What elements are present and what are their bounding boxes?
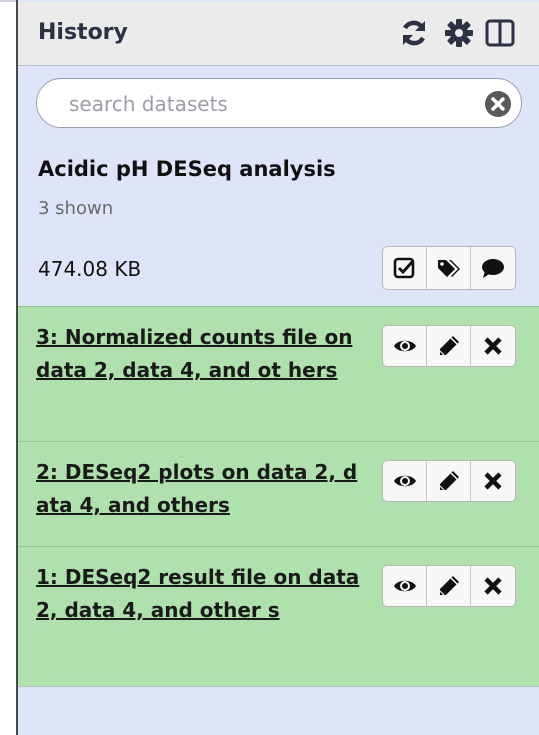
tags-icon (437, 260, 460, 277)
eye-icon (393, 475, 416, 487)
dataset-actions (382, 325, 516, 367)
tags-button[interactable] (427, 247, 471, 289)
dataset-actions (382, 460, 516, 502)
history-empty-space (18, 686, 539, 735)
dataset-item: 1: DESeq2 result file on data 2, data 4,… (18, 546, 539, 686)
close-icon (484, 577, 502, 595)
refresh-icon[interactable] (398, 16, 430, 50)
columns-icon[interactable] (484, 16, 516, 50)
view-button[interactable] (383, 326, 427, 366)
comment-icon (482, 259, 504, 278)
delete-button[interactable] (471, 566, 515, 606)
history-actions (382, 246, 516, 290)
dataset-title[interactable]: 1: DESeq2 result file on data 2, data 4,… (36, 561, 366, 627)
clear-search-icon[interactable] (485, 91, 511, 117)
close-icon (484, 337, 502, 355)
search-box (36, 78, 522, 128)
dataset-title[interactable]: 3: Normalized counts file on data 2, dat… (36, 321, 366, 387)
dataset-item: 3: Normalized counts file on data 2, dat… (18, 306, 539, 441)
panel-header: History (18, 2, 539, 66)
delete-button[interactable] (471, 461, 515, 501)
pencil-icon (439, 576, 459, 596)
dataset-title[interactable]: 2: DESeq2 plots on data 2, data 4, and o… (36, 456, 366, 522)
edit-button[interactable] (427, 326, 471, 366)
delete-button[interactable] (471, 326, 515, 366)
gear-icon[interactable] (443, 16, 475, 50)
checkbox-select-icon (393, 257, 414, 279)
eye-icon (393, 580, 416, 592)
search-input[interactable] (67, 87, 471, 121)
dataset-item: 2: DESeq2 plots on data 2, data 4, and o… (18, 441, 539, 546)
history-name[interactable]: Acidic pH DESeq analysis (38, 157, 336, 181)
edit-button[interactable] (427, 461, 471, 501)
panel-title: History (38, 20, 128, 45)
history-size: 474.08 KB (38, 257, 142, 281)
shown-count: 3 shown (38, 198, 114, 219)
history-panel: History search datasets Acidic pH DESeq … (16, 0, 539, 735)
edit-button[interactable] (427, 566, 471, 606)
pencil-icon (439, 336, 459, 356)
pencil-icon (439, 471, 459, 491)
annotation-button[interactable] (471, 247, 515, 289)
close-icon (484, 472, 502, 490)
view-button[interactable] (383, 566, 427, 606)
select-datasets-button[interactable] (383, 247, 427, 289)
eye-icon (393, 340, 416, 352)
view-button[interactable] (383, 461, 427, 501)
dataset-actions (382, 565, 516, 607)
